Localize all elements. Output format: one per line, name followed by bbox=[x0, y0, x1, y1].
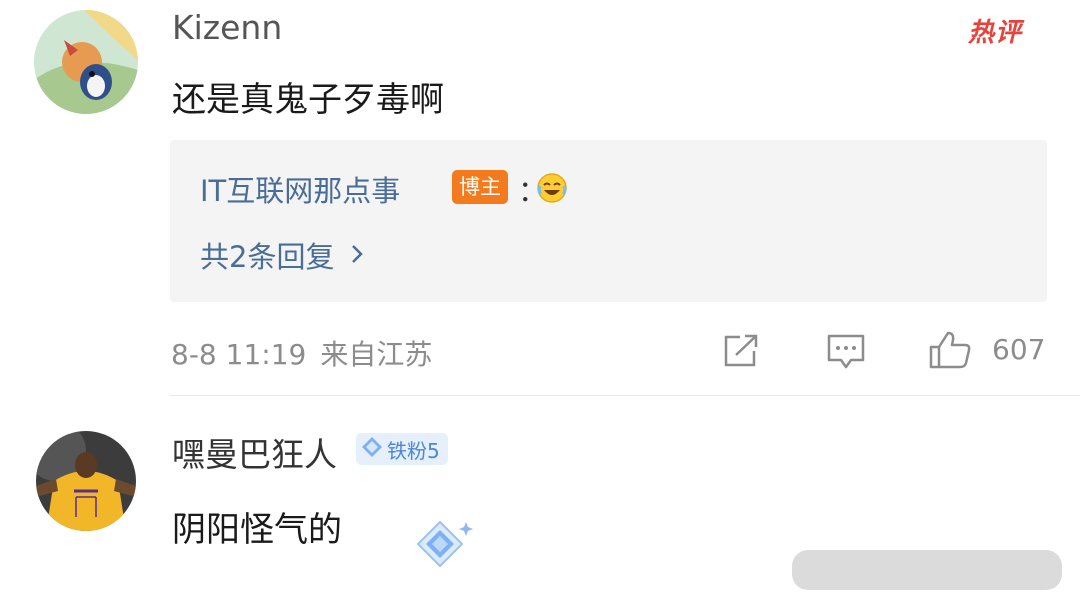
fan-level-badge: 铁粉5 bbox=[356, 433, 448, 465]
comment-username[interactable]: 嘿曼巴狂人 bbox=[172, 428, 337, 476]
chevron-right-icon bbox=[350, 238, 364, 272]
diamond-sticker-icon bbox=[410, 512, 476, 582]
watermark bbox=[792, 550, 1062, 590]
comment-username[interactable]: Kizenn bbox=[172, 8, 282, 47]
share-icon[interactable] bbox=[722, 333, 760, 373]
comment-divider bbox=[170, 395, 1080, 396]
comment-text: 还是真鬼子歹毒啊 bbox=[172, 80, 444, 120]
like-count: 607 bbox=[992, 333, 1046, 366]
comment-meta: 8-8 11:19 来自江苏 bbox=[171, 333, 432, 373]
thumbs-up-icon[interactable] bbox=[928, 330, 972, 374]
avatar-heimanba[interactable] bbox=[36, 431, 136, 531]
view-replies-label: 共2条回复 bbox=[200, 240, 335, 274]
comment-location: 来自江苏 bbox=[320, 338, 433, 371]
comment-text: 阴阳怪气的 bbox=[172, 510, 342, 550]
reply-author-name[interactable]: IT互联网那点事 bbox=[200, 168, 400, 210]
diamond-icon bbox=[361, 436, 383, 463]
comment-date: 8-8 11:19 bbox=[171, 338, 307, 371]
laughing-crying-emoji-icon bbox=[536, 172, 568, 208]
fan-badge-label: 铁粉5 bbox=[387, 438, 440, 463]
hot-comment-badge: 热评 bbox=[968, 18, 1023, 48]
reply-preview-box[interactable]: IT互联网那点事 博主 ： 共2条回复 bbox=[170, 140, 1047, 302]
avatar-kizenn[interactable] bbox=[34, 10, 138, 114]
author-badge: 博主 bbox=[452, 170, 508, 204]
comment-icon[interactable] bbox=[826, 333, 866, 375]
view-replies-link[interactable]: 共2条回复 bbox=[200, 234, 364, 276]
